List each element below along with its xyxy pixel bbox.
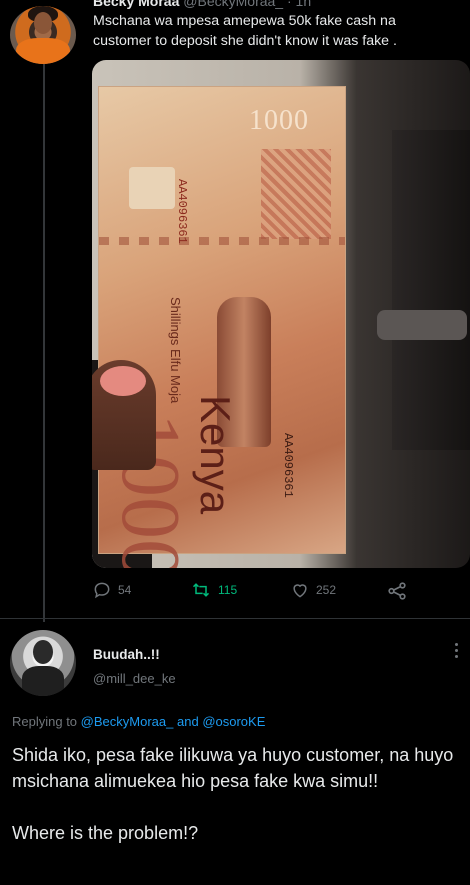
heart-icon: [293, 584, 307, 598]
reply-button[interactable]: 54: [92, 580, 131, 600]
thumb-nail: [100, 366, 146, 396]
like-button[interactable]: 252: [290, 580, 336, 600]
author-handle[interactable]: @BeckyMoraa_: [183, 0, 283, 9]
like-count: 252: [316, 583, 337, 597]
banknote-serial-side: AA4096361: [175, 179, 189, 244]
tweet-photo[interactable]: 1000 AA4096361 Shillings Elfu Moja 1000 …: [92, 60, 470, 568]
reply-author-name[interactable]: Buudah..!!: [93, 647, 160, 662]
author-name[interactable]: Becky Moraa: [93, 0, 179, 9]
thread-connector-line: [43, 62, 45, 622]
reply-icon: [94, 582, 110, 599]
author-avatar[interactable]: [10, 6, 76, 64]
tweet-actions: 54 115 252: [92, 580, 422, 604]
retweet-button[interactable]: 115: [190, 580, 237, 600]
reply-count: 54: [118, 583, 132, 597]
tweet-header: Becky Moraa @BeckyMoraa_ · 1h: [93, 0, 311, 9]
replying-prefix: Replying to: [12, 714, 78, 729]
tweet-time[interactable]: · 1h: [287, 0, 311, 9]
retweet-count: 115: [218, 583, 238, 597]
replying-to: Replying to @BeckyMoraa_ and @osoroKE: [12, 714, 265, 729]
tweet-divider: [0, 618, 470, 619]
reply-author-handle[interactable]: @mill_dee_ke: [93, 671, 176, 686]
avatar-body: [22, 666, 64, 696]
banknote-emblem: [129, 167, 175, 209]
share-button[interactable]: [386, 580, 408, 602]
banknote-country: Kenya: [192, 395, 239, 515]
avatar-face: [34, 12, 52, 34]
photo-chair-arm: [377, 310, 467, 340]
reply-text: Shida iko, pesa fake ilikuwa ya huyo cus…: [12, 745, 454, 843]
mention-link-2[interactable]: @osoroKE: [202, 714, 265, 729]
avatar-head: [33, 640, 53, 664]
banknote: 1000 AA4096361 Shillings Elfu Moja 1000 …: [98, 86, 346, 568]
banknote-serial-bottom: AA4096361: [281, 433, 295, 498]
photo-chair: [392, 130, 470, 450]
tweet-text: Mschana wa mpesa amepewa 50k fake cash n…: [93, 13, 397, 49]
banknote-stripe: [99, 237, 345, 245]
share-icon: [388, 582, 406, 600]
avatar-dress: [16, 38, 70, 64]
hand-thumb: [92, 360, 156, 470]
banknote-pattern: [261, 149, 331, 239]
retweet-icon: [192, 583, 210, 597]
more-options-icon[interactable]: [454, 643, 460, 663]
banknote-value-top: 1000: [249, 105, 309, 136]
mention-joiner: and: [176, 714, 199, 729]
reply-author-avatar[interactable]: [10, 630, 76, 696]
banknote-words: Shillings Elfu Moja: [168, 297, 183, 404]
mention-link-1[interactable]: @BeckyMoraa_: [81, 714, 174, 729]
